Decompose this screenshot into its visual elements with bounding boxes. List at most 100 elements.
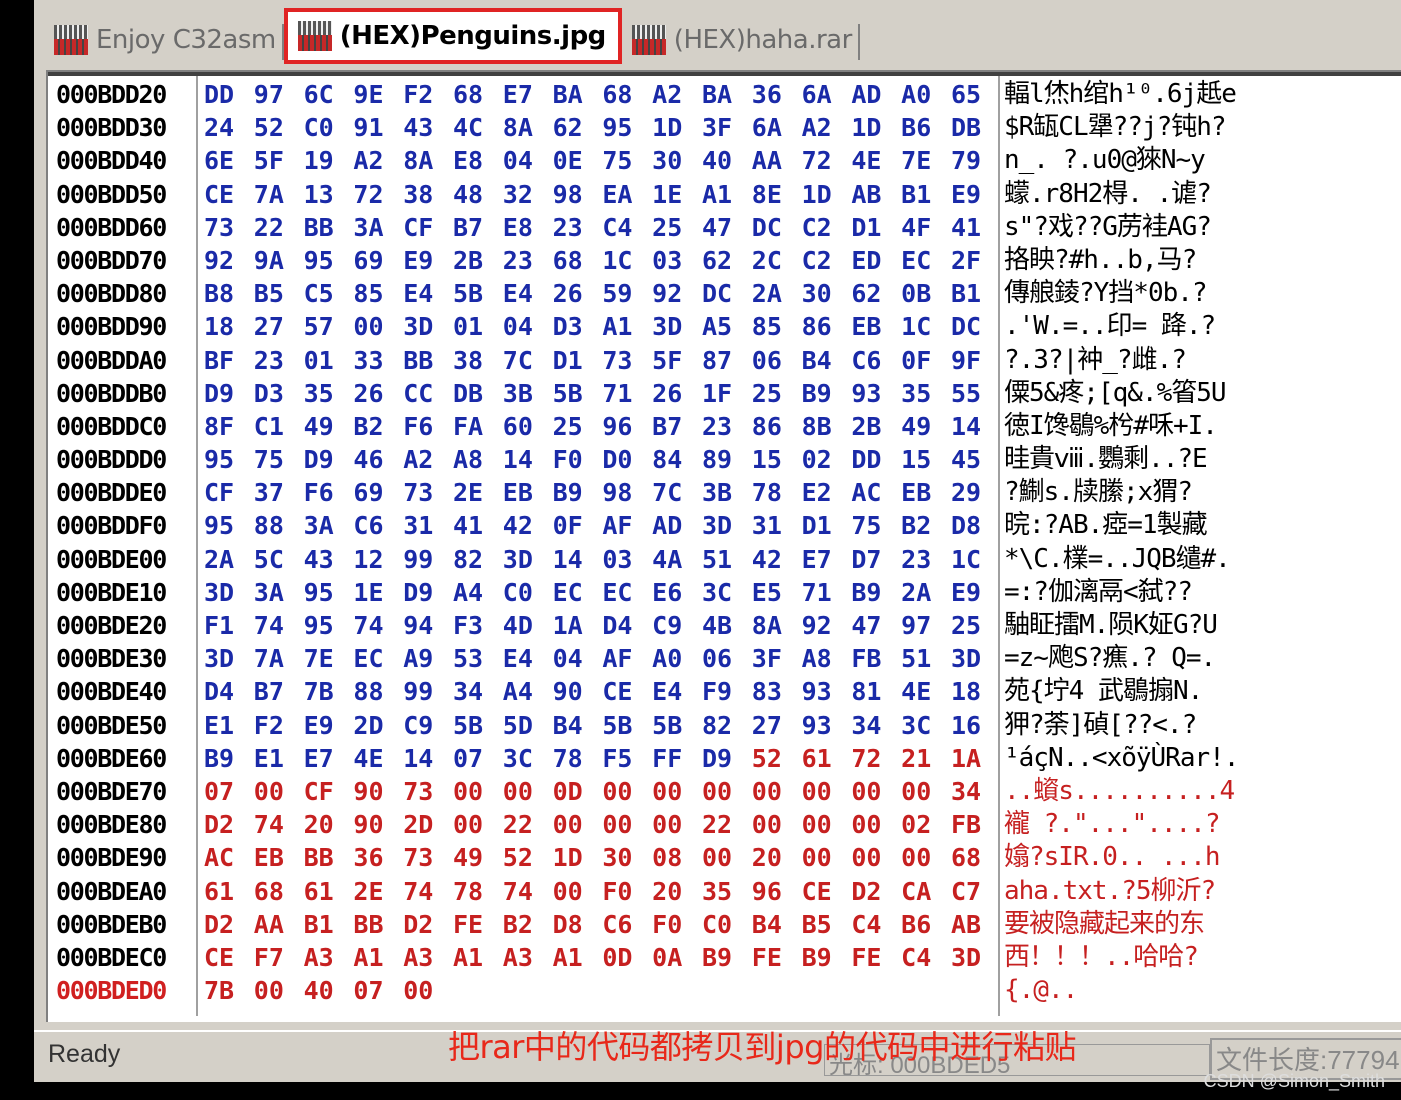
hex-byte[interactable]: 82: [702, 709, 752, 742]
hex-byte[interactable]: 3B: [503, 377, 553, 410]
hex-byte[interactable]: 79: [951, 144, 1001, 177]
hex-byte[interactable]: 41: [951, 211, 1001, 244]
hex-row-text[interactable]: ?.3?|衶_?雌.?: [1004, 344, 1294, 377]
hex-byte[interactable]: 86: [802, 310, 852, 343]
hex-byte[interactable]: A2: [403, 443, 453, 476]
hex-byte[interactable]: 00: [752, 808, 802, 841]
hex-byte[interactable]: 90: [353, 775, 403, 808]
hex-row-text[interactable]: =:?伽漓鬲<弑??: [1004, 576, 1294, 609]
hex-row-bytes[interactable]: 3D 3A 95 1E D9 A4 C0 EC EC E6 3C E5 71 B9 2A E9: [204, 576, 1004, 609]
hex-byte[interactable]: 23: [702, 410, 752, 443]
hex-byte[interactable]: 5D: [503, 709, 553, 742]
hex-byte[interactable]: 7C: [652, 476, 702, 509]
hex-byte[interactable]: AD: [851, 78, 901, 111]
hex-byte[interactable]: 37: [254, 476, 304, 509]
hex-byte[interactable]: 16: [951, 709, 1001, 742]
hex-byte[interactable]: 43: [403, 111, 453, 144]
hex-byte[interactable]: C4: [602, 211, 652, 244]
hex-byte[interactable]: 7B: [204, 974, 254, 1007]
hex-byte[interactable]: B9: [702, 941, 752, 974]
hex-byte[interactable]: BA: [553, 78, 603, 111]
hex-row-text[interactable]: 襱 ?."..."....?: [1004, 808, 1294, 841]
hex-byte[interactable]: 69: [353, 244, 403, 277]
hex-byte[interactable]: B4: [802, 344, 852, 377]
hex-row-text[interactable]: 晆貴ⅷ.鸚剩..?E: [1004, 443, 1294, 476]
hex-byte[interactable]: AF: [602, 642, 652, 675]
hex-byte[interactable]: C9: [403, 709, 453, 742]
hex-byte[interactable]: C6: [851, 344, 901, 377]
hex-byte[interactable]: 1D: [851, 111, 901, 144]
hex-byte[interactable]: 7A: [254, 178, 304, 211]
hex-row-bytes[interactable]: CE F7 A3 A1 A3 A1 A3 A1 0D 0A B9 FE B9 FE C4 3D: [204, 941, 1004, 974]
hex-byte[interactable]: 69: [353, 476, 403, 509]
hex-byte[interactable]: 93: [802, 709, 852, 742]
hex-byte[interactable]: 97: [901, 609, 951, 642]
hex-row-bytes[interactable]: D2 AA B1 BB D2 FE B2 D8 C6 F0 C0 B4 B5 C4 B6 AB: [204, 908, 1004, 941]
hex-byte[interactable]: C0: [304, 111, 354, 144]
hex-byte[interactable]: D7: [851, 543, 901, 576]
tab-hex-penguins-jpg[interactable]: (HEX)Penguins.jpg: [283, 8, 622, 64]
hex-byte[interactable]: FE: [453, 908, 503, 941]
hex-byte[interactable]: E9: [951, 178, 1001, 211]
hex-row-text[interactable]: $R缻CL犟??j?钝h?: [1004, 111, 1294, 144]
hex-byte[interactable]: FB: [851, 642, 901, 675]
hex-byte[interactable]: DD: [851, 443, 901, 476]
hex-byte[interactable]: DC: [752, 211, 802, 244]
hex-byte[interactable]: 1D: [652, 111, 702, 144]
hex-row-bytes[interactable]: 8F C1 49 B2 F6 FA 60 25 96 B7 23 86 8B 2B 49 14: [204, 410, 1004, 443]
hex-row-bytes[interactable]: CF 37 F6 69 73 2E EB B9 98 7C 3B 78 E2 AC EB 29: [204, 476, 1004, 509]
hex-byte[interactable]: CE: [602, 675, 652, 708]
hex-byte[interactable]: 00: [353, 310, 403, 343]
hex-byte[interactable]: FB: [951, 808, 1001, 841]
hex-byte[interactable]: B9: [204, 742, 254, 775]
hex-byte[interactable]: C1: [254, 410, 304, 443]
hex-byte[interactable]: 73: [204, 211, 254, 244]
hex-byte[interactable]: 8F: [204, 410, 254, 443]
hex-byte[interactable]: 2B: [851, 410, 901, 443]
hex-byte[interactable]: 59: [602, 277, 652, 310]
hex-byte[interactable]: 1A: [951, 742, 1001, 775]
hex-byte[interactable]: 75: [254, 443, 304, 476]
hex-byte[interactable]: 47: [702, 211, 752, 244]
hex-row-bytes[interactable]: 95 75 D9 46 A2 A8 14 F0 D0 84 89 15 02 DD 15 45: [204, 443, 1004, 476]
hex-byte[interactable]: 40: [304, 974, 354, 1007]
hex-byte[interactable]: 1D: [802, 178, 852, 211]
hex-byte[interactable]: 2F: [951, 244, 1001, 277]
hex-bytes-column[interactable]: DD 97 6C 9E F2 68 E7 BA 68 A2 BA 36 6A AD A0 65 24 52 C0 91…: [204, 78, 1004, 1007]
hex-byte[interactable]: 35: [304, 377, 354, 410]
hex-byte[interactable]: B8: [204, 277, 254, 310]
hex-byte[interactable]: 3D: [702, 509, 752, 542]
hex-byte[interactable]: F1: [204, 609, 254, 642]
hex-byte[interactable]: 52: [254, 111, 304, 144]
hex-byte[interactable]: 62: [702, 244, 752, 277]
hex-byte[interactable]: 33: [353, 344, 403, 377]
hex-byte[interactable]: 41: [453, 509, 503, 542]
hex-row-text[interactable]: ..蠀s..........4: [1004, 775, 1294, 808]
hex-byte[interactable]: 52: [752, 742, 802, 775]
hex-row-bytes[interactable]: 7B 00 40 07 00: [204, 974, 1004, 1007]
hex-byte[interactable]: 73: [403, 476, 453, 509]
hex-byte[interactable]: BB: [403, 344, 453, 377]
hex-byte[interactable]: 74: [403, 875, 453, 908]
hex-editor-view[interactable]: 000BDD20 000BDD30 000BDD40 000BDD50 000BDD60…: [46, 70, 1401, 1022]
text-column[interactable]: 輻l烋h绾h¹⁰.6j赿e $R缻CL犟??j?钝h? n_. ?.u0@猍N~y 蠓…: [1004, 78, 1294, 1007]
hex-byte[interactable]: EB: [901, 476, 951, 509]
hex-byte[interactable]: 46: [353, 443, 403, 476]
hex-byte[interactable]: 71: [602, 377, 652, 410]
hex-byte[interactable]: DD: [204, 78, 254, 111]
hex-byte[interactable]: E4: [652, 675, 702, 708]
hex-byte[interactable]: 00: [602, 808, 652, 841]
hex-row-text[interactable]: 要被隐藏起来的东: [1004, 908, 1294, 941]
hex-byte[interactable]: A9: [403, 642, 453, 675]
hex-byte[interactable]: 18: [951, 675, 1001, 708]
hex-byte[interactable]: 83: [752, 675, 802, 708]
hex-byte[interactable]: 00: [652, 775, 702, 808]
hex-byte[interactable]: A1: [702, 178, 752, 211]
hex-row-text[interactable]: 挌眏?#h..b,马?: [1004, 244, 1294, 277]
hex-byte[interactable]: 74: [254, 808, 304, 841]
hex-byte[interactable]: 99: [403, 543, 453, 576]
hex-byte[interactable]: 5F: [254, 144, 304, 177]
hex-byte[interactable]: 34: [951, 775, 1001, 808]
hex-row-bytes[interactable]: 3D 7A 7E EC A9 53 E4 04 AF A0 06 3F A8 FB 51 3D: [204, 642, 1004, 675]
hex-byte[interactable]: 34: [453, 675, 503, 708]
